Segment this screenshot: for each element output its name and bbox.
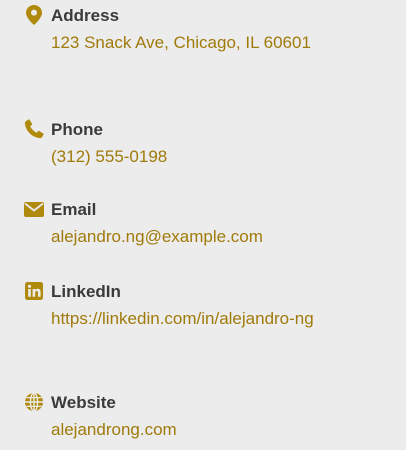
contact-label: Address — [51, 6, 120, 25]
map-pin-icon — [24, 5, 44, 25]
contact-label: Phone — [51, 120, 103, 139]
envelope-icon — [24, 199, 44, 219]
contact-label: Email — [51, 200, 97, 219]
contact-value: (312) 555-0198 — [51, 147, 168, 166]
contact-value: https://linkedin.com/in/alejandro-ng — [51, 309, 314, 328]
linkedin-icon — [24, 281, 44, 301]
contact-value: 123 Snack Ave, Chicago, IL 60601 — [51, 33, 311, 52]
contact-label: Website — [51, 393, 116, 412]
globe-icon — [24, 392, 44, 412]
contact-value: alejandro.ng@example.com — [51, 227, 263, 246]
contact-label: LinkedIn — [51, 282, 121, 301]
contact-value: alejandrong.com — [51, 420, 177, 439]
phone-icon — [24, 119, 44, 139]
